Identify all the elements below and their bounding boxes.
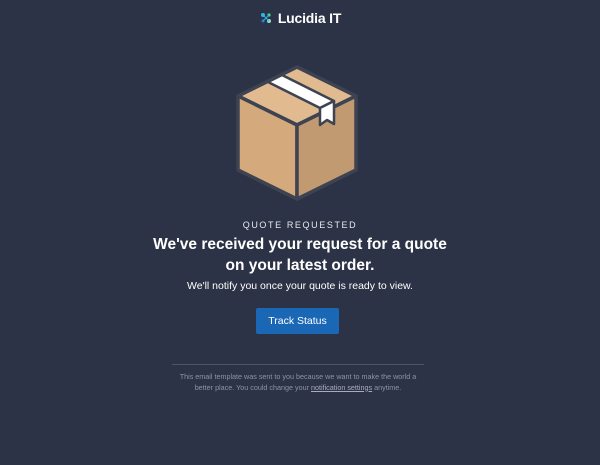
notification-settings-link[interactable]: notification settings: [311, 383, 372, 392]
brand-name: Lucidia IT: [277, 10, 342, 26]
footer-text: This email template was sent to you beca…: [172, 372, 424, 393]
eyebrow-label: QUOTE REQUESTED: [242, 220, 358, 230]
lucidia-logo-icon: [259, 11, 273, 25]
brand-logo: Lucidia IT: [0, 10, 600, 26]
headline: We've received your request for a quote …: [153, 236, 447, 274]
track-status-button[interactable]: Track Status: [256, 308, 339, 334]
footer-text-after: anytime.: [372, 382, 402, 392]
divider: [172, 364, 424, 365]
package-box-icon: [235, 64, 359, 202]
subtext: We'll notify you once your quote is read…: [187, 280, 413, 292]
